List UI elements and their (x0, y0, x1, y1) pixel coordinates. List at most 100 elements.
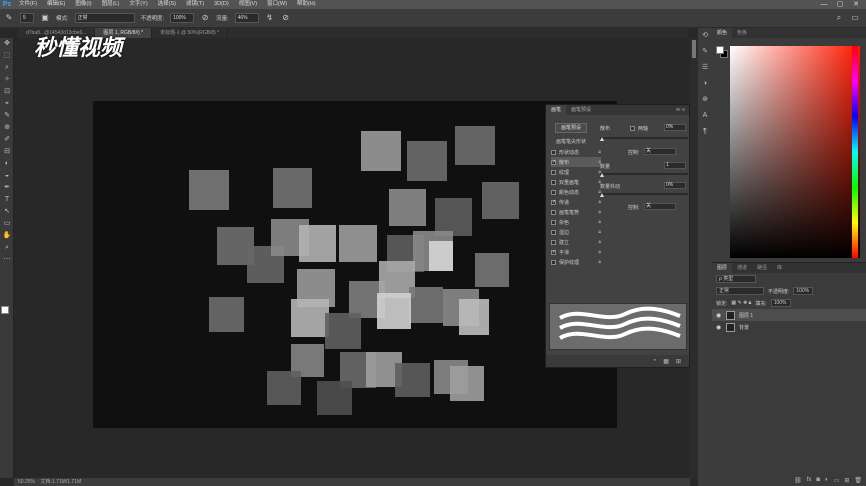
tool-icon[interactable]: ⌕ (0, 62, 14, 74)
scatter-slider[interactable] (600, 137, 688, 139)
lock-icon[interactable]: 🔒︎ (598, 229, 601, 235)
link-layers-icon[interactable]: ⛓ (794, 477, 802, 484)
brush-setting-checkbox[interactable] (551, 219, 556, 225)
count-jitter-slider[interactable] (600, 193, 688, 195)
document-canvas[interactable] (93, 101, 617, 428)
properties-icon[interactable]: ☰ (698, 60, 712, 76)
scatter-value[interactable]: 0% (664, 124, 686, 131)
layer-style-icon[interactable]: fx (807, 477, 812, 484)
mode-select[interactable]: 正常 (74, 13, 135, 23)
tab-document-3[interactable]: 未标题-1 @ 50%(RGB/8) * (152, 28, 229, 38)
opacity-field[interactable]: 100% (170, 13, 195, 23)
brush-setting-checkbox[interactable] (551, 259, 556, 265)
menu-item[interactable]: 文字(Y) (124, 0, 152, 9)
both-axes-checkbox[interactable] (630, 126, 635, 131)
minimize-button[interactable]: — (818, 0, 830, 9)
lock-icon[interactable]: 🔒︎ (598, 199, 601, 205)
workspace-icon[interactable]: ▭ (850, 13, 860, 23)
layer-kind-filter[interactable]: ρ 类型 (716, 275, 756, 283)
lock-icon[interactable]: 🔒︎ (598, 149, 601, 155)
tool-icon[interactable]: ⊕ (0, 122, 14, 134)
scatter-slider-handle[interactable] (600, 137, 604, 141)
brush-setting-item[interactable]: ✓ 散布 🔒︎ (551, 157, 601, 167)
pressure-size-icon[interactable]: ⊘ (281, 13, 291, 23)
tool-icon[interactable]: ✒ (0, 182, 14, 194)
brush-setting-item[interactable]: 双重画笔 🔒︎ (551, 177, 601, 187)
count-jitter-value[interactable]: 0% (664, 182, 686, 189)
menu-item[interactable]: 窗口(W) (262, 0, 292, 9)
panel-menu-icon[interactable]: ≫ ≡ (675, 107, 689, 113)
menu-item[interactable]: 图层(L) (97, 0, 125, 9)
brush-setting-item[interactable]: 纹理 🔒︎ (551, 167, 601, 177)
menu-item[interactable]: 图像(I) (70, 0, 96, 9)
count-slider-handle[interactable] (600, 173, 604, 177)
brush-setting-item[interactable]: 画笔笔势 🔒︎ (551, 207, 601, 217)
layer-row[interactable]: ◉ 图层 1 (712, 309, 866, 321)
lock-icon[interactable]: 🔒︎ (598, 249, 601, 255)
airbrush-icon[interactable]: ↯ (265, 13, 275, 23)
trash-icon[interactable]: 🗑︎ (854, 477, 862, 484)
history-icon[interactable]: ⟲ (698, 28, 712, 44)
control-2-select[interactable]: 关 (644, 203, 676, 210)
new-layer-icon[interactable]: ⊞ (844, 477, 849, 484)
brush-presets-button[interactable]: 画笔预设 (555, 123, 587, 133)
tab-libraries[interactable]: 库 (772, 263, 787, 273)
tab-brush[interactable]: 画笔 (546, 105, 567, 115)
tool-icon[interactable]: ✎ (0, 110, 14, 122)
menu-item[interactable]: 文件(F) (14, 0, 42, 9)
tab-channels[interactable]: 通道 (732, 263, 752, 273)
tool-icon[interactable]: ◒ (0, 170, 14, 182)
menu-item[interactable]: 帮助(H) (292, 0, 321, 9)
tool-icon[interactable]: ✋ (0, 230, 14, 242)
count-slider[interactable] (600, 173, 688, 175)
brush-setting-checkbox[interactable] (551, 229, 556, 235)
lock-icon[interactable]: 🔒︎ (598, 259, 601, 265)
brush-setting-checkbox[interactable] (551, 149, 556, 155)
tool-icon[interactable]: T (0, 194, 14, 206)
brush-setting-checkbox[interactable] (551, 189, 556, 195)
tool-icon[interactable]: ✧ (0, 74, 14, 86)
pressure-opacity-icon[interactable]: ⊘ (200, 13, 210, 23)
brush-tip-shape-label[interactable]: 画笔笔尖形状 (556, 138, 586, 145)
adjustment-layer-icon[interactable]: ◐ (825, 477, 829, 484)
brush-setting-checkbox[interactable]: ✓ (551, 199, 556, 205)
tool-icon[interactable]: ▭ (0, 218, 14, 230)
menu-item[interactable]: 编辑(E) (42, 0, 70, 9)
new-group-icon[interactable]: ▭ (834, 477, 840, 484)
tool-icon[interactable]: ⌖ (0, 98, 14, 110)
tab-paths[interactable]: 路径 (752, 263, 772, 273)
lock-icon[interactable]: 🔒︎ (598, 209, 601, 215)
clone-source-icon[interactable]: ⊕ (698, 92, 712, 108)
tool-icon[interactable]: ⌕ (0, 242, 14, 254)
tool-icon[interactable]: ↖ (0, 206, 14, 218)
menu-item[interactable]: 选择(S) (153, 0, 181, 9)
brush-settings-icon[interactable]: ✎ (698, 44, 712, 60)
brush-setting-item[interactable]: 保护纹理 🔒︎ (551, 257, 601, 267)
tool-icon[interactable]: ✥ (0, 38, 14, 50)
brush-setting-item[interactable]: 杂色 🔒︎ (551, 217, 601, 227)
lock-icon[interactable]: 🔒︎ (598, 219, 601, 225)
grid-icon[interactable]: ▦ (663, 358, 669, 365)
brush-setting-checkbox[interactable]: ✓ (551, 249, 556, 255)
layer-fill-field[interactable]: 100% (770, 299, 791, 307)
menu-item[interactable]: 视图(V) (234, 0, 262, 9)
brush-setting-item[interactable]: 建立 🔒︎ (551, 237, 601, 247)
count-value[interactable]: 1 (664, 162, 686, 169)
tab-layers[interactable]: 图层 (712, 263, 733, 273)
tool-icon[interactable]: ✐ (0, 134, 14, 146)
tool-icon[interactable]: ◐ (0, 158, 14, 170)
brush-setting-item[interactable]: ✓ 传递 🔒︎ (551, 197, 601, 207)
tool-icon[interactable]: ⋯ (0, 254, 14, 266)
add-mask-icon[interactable]: ◙ (816, 477, 820, 484)
toggle-preview-icon[interactable]: ◔ (653, 358, 657, 364)
visibility-eye-icon[interactable]: ◉ (716, 324, 722, 331)
tool-icon[interactable]: ⊡ (0, 86, 14, 98)
scrollbar-thumb[interactable] (692, 40, 696, 58)
maximize-button[interactable]: ▢ (834, 0, 846, 9)
tool-icon[interactable]: ⊟ (0, 146, 14, 158)
brush-setting-checkbox[interactable]: ✓ (551, 159, 556, 165)
foreground-color-swatch[interactable] (1, 306, 9, 314)
tab-color[interactable]: 颜色 (712, 28, 733, 38)
lock-icons[interactable]: ▦ ✎ ✥ 🔒︎ (731, 300, 751, 306)
new-preset-icon[interactable]: ⊞ (676, 358, 681, 365)
